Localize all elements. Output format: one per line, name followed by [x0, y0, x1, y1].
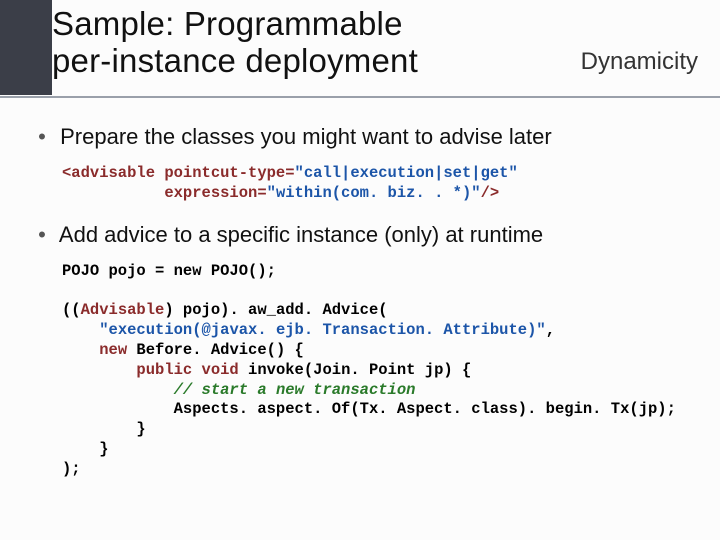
code2-l11: );	[62, 460, 81, 478]
code2-l3a: ((	[62, 301, 81, 319]
code2-l6a	[62, 361, 136, 379]
code2-l7b: // start a new transaction	[174, 381, 416, 399]
code1-l2b: "within(com. biz. . *)"	[267, 184, 481, 202]
bullet-dot-icon: •	[30, 222, 54, 248]
code2-l6c: invoke(Join. Point jp) {	[239, 361, 472, 379]
code2-l3b: Advisable	[81, 301, 165, 319]
header: Sample: Programmable per-instance deploy…	[52, 6, 700, 80]
code1-l2c: />	[481, 184, 500, 202]
page-subtitle: Dynamicity	[581, 48, 700, 80]
title-line1: Sample: Programmable	[52, 5, 403, 42]
title-line2: per-instance deployment	[52, 42, 418, 79]
code-block-1: <advisable pointcut-type="call|execution…	[62, 164, 700, 204]
code2-l8: Aspects. aspect. Of(Tx. Aspect. class). …	[62, 400, 676, 418]
code2-l1: POJO pojo = new POJO();	[62, 262, 276, 280]
bullet-1-text: Prepare the classes you might want to ad…	[60, 124, 552, 149]
code2-l10: }	[62, 440, 109, 458]
slide-body: • Prepare the classes you might want to …	[30, 116, 700, 498]
bullet-2-text: Add advice to a specific instance (only)…	[59, 222, 543, 247]
code2-l5b: new	[99, 341, 127, 359]
code2-l9: }	[62, 420, 146, 438]
code2-l3c: ) pojo). aw_add. Advice(	[164, 301, 387, 319]
bullet-dot-icon: •	[30, 124, 54, 150]
code1-l1a: <advisable pointcut-type=	[62, 164, 295, 182]
bullet-1: • Prepare the classes you might want to …	[30, 124, 700, 150]
code2-l5a	[62, 341, 99, 359]
page-title: Sample: Programmable per-instance deploy…	[52, 6, 418, 80]
code2-l4a	[62, 321, 99, 339]
code2-l4c: ,	[546, 321, 555, 339]
header-side-bar	[0, 0, 52, 95]
code-block-2: POJO pojo = new POJO(); ((Advisable) poj…	[62, 262, 700, 480]
code2-l7a	[62, 381, 174, 399]
bullet-2: • Add advice to a specific instance (onl…	[30, 222, 700, 248]
header-divider	[0, 96, 720, 98]
code2-l4b: "execution(@javax. ejb. Transaction. Att…	[99, 321, 545, 339]
code1-l2a: expression=	[62, 184, 267, 202]
code2-l5c: Before. Advice() {	[127, 341, 304, 359]
slide: Sample: Programmable per-instance deploy…	[0, 0, 720, 540]
code2-l6b: public void	[136, 361, 238, 379]
code1-l1b: "call|execution|set|get"	[295, 164, 518, 182]
